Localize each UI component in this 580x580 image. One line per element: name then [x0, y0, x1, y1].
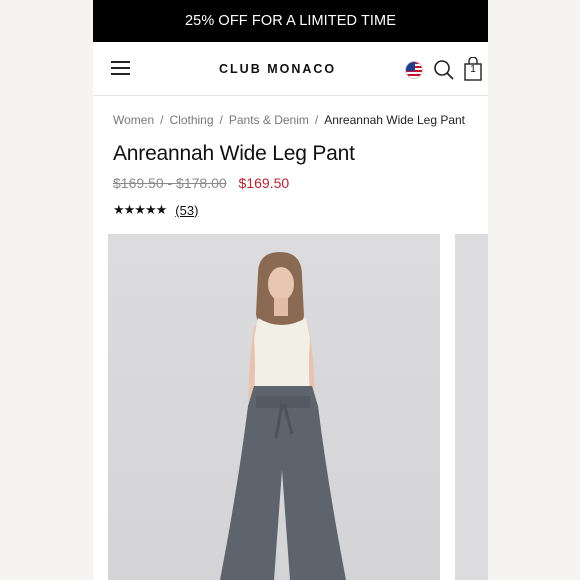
original-price-range: $169.50 - $178.00 [113, 175, 227, 191]
hamburger-menu-icon[interactable] [111, 61, 130, 75]
price-block: $169.50 - $178.00 $169.50 [113, 175, 289, 191]
breadcrumb-current: Anreannah Wide Leg Pant [324, 113, 466, 127]
mobile-screen: 25% OFF FOR A LIMITED TIME CLUB MONACO 1… [93, 0, 488, 580]
brand-logo[interactable]: CLUB MONACO [219, 62, 336, 76]
breadcrumb-separator: / [314, 113, 319, 127]
next-product-image[interactable] [455, 234, 488, 580]
us-flag-icon[interactable] [405, 61, 423, 79]
product-rating: ★★★★★ (53) [113, 202, 198, 218]
breadcrumb-separator: / [160, 113, 164, 127]
rating-stars-icon: ★★★★★ [113, 202, 167, 217]
promo-text: 25% OFF FOR A LIMITED TIME [184, 13, 396, 29]
breadcrumb-separator: / [219, 113, 223, 127]
sale-price: $169.50 [238, 175, 290, 191]
review-count-link[interactable]: (53) [175, 203, 198, 218]
shopping-bag-icon[interactable]: 1 [464, 56, 482, 86]
product-image[interactable] [108, 234, 440, 580]
search-icon[interactable] [433, 59, 455, 86]
promo-banner[interactable]: 25% OFF FOR A LIMITED TIME [93, 0, 488, 42]
product-title: Anreannah Wide Leg Pant [113, 142, 355, 165]
breadcrumb-pants-denim[interactable]: Pants & Denim [229, 113, 309, 127]
bag-count: 1 [470, 64, 476, 75]
breadcrumb: Women / Clothing / Pants & Denim / Anreannah W… [113, 113, 465, 127]
breadcrumb-clothing[interactable]: Clothing [169, 113, 213, 127]
site-header: CLUB MONACO 1 [93, 42, 488, 96]
breadcrumb-women[interactable]: Women [113, 113, 154, 127]
